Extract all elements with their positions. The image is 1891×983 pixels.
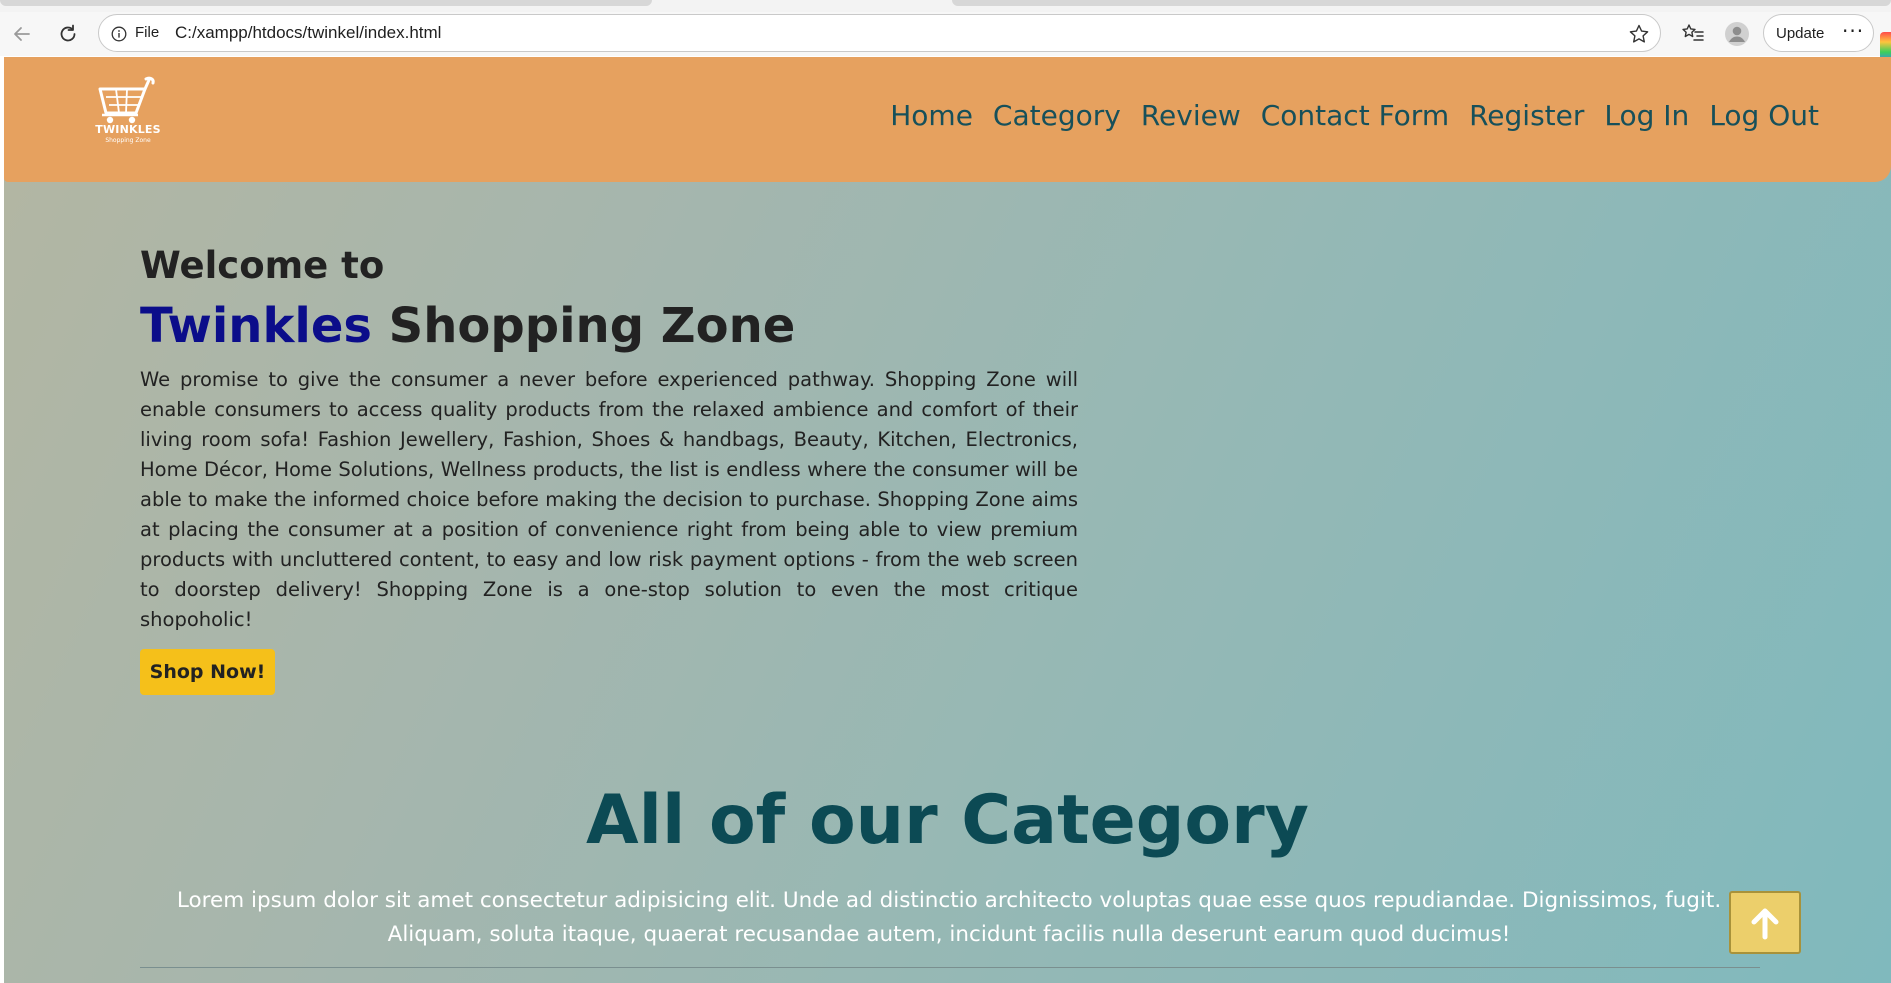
tab[interactable]: [952, 0, 1891, 6]
nav-log-in[interactable]: Log In: [1604, 99, 1689, 132]
update-button[interactable]: Update ···: [1763, 14, 1874, 52]
category-section-title: All of our Category: [586, 781, 1309, 860]
more-menu-icon[interactable]: ···: [1842, 19, 1864, 43]
site-logo[interactable]: TWINKLES Shopping Zone: [92, 75, 172, 150]
reload-button[interactable]: [52, 18, 84, 50]
update-label: Update: [1776, 25, 1825, 42]
profile-icon: [1725, 22, 1749, 46]
nav-review[interactable]: Review: [1141, 99, 1241, 132]
url-text[interactable]: C:/xampp/htdocs/twinkel/index.html: [175, 23, 441, 43]
hero-welcome: Welcome to: [140, 244, 385, 287]
logo-brand: TWINKLES: [95, 123, 161, 136]
browser-toolbar: File C:/xampp/htdocs/twinkel/index.html …: [0, 12, 1891, 62]
favorites-button[interactable]: [1680, 21, 1706, 47]
scroll-to-top-button[interactable]: [1729, 891, 1801, 954]
profile-button[interactable]: [1724, 21, 1750, 47]
url-scheme-label: File: [135, 24, 160, 41]
page-viewport: TWINKLES Shopping Zone Home Category Rev…: [4, 57, 1891, 983]
info-icon[interactable]: [111, 26, 127, 42]
star-icon[interactable]: [1628, 23, 1650, 45]
favorites-icon: [1682, 24, 1704, 41]
nav-home[interactable]: Home: [890, 99, 973, 132]
category-section-description: Lorem ipsum dolor sit amet consectetur a…: [176, 888, 1722, 947]
hero-title: Twinkles Shopping Zone: [140, 300, 1078, 353]
arrow-left-icon: [14, 27, 30, 41]
tab-strip: [0, 0, 1891, 12]
nav-contact-form[interactable]: Contact Form: [1261, 99, 1449, 132]
tab[interactable]: [0, 0, 652, 6]
nav-log-out[interactable]: Log Out: [1709, 99, 1819, 132]
hero-title-rest: Shopping Zone: [388, 298, 796, 354]
shop-now-button[interactable]: Shop Now!: [140, 649, 275, 695]
arrow-up-icon: [1751, 908, 1779, 939]
hero-description: We promise to give the consumer a never …: [140, 367, 1078, 631]
reload-icon: [60, 24, 76, 42]
hero-section: Welcome to Twinkles Shopping Zone We pro…: [140, 247, 1078, 635]
logo-tagline: Shopping Zone: [105, 137, 151, 144]
section-divider: [140, 967, 1760, 968]
hero-title-brand: Twinkles: [140, 298, 372, 354]
nav-category[interactable]: Category: [993, 99, 1121, 132]
shopping-cart-icon: [98, 76, 155, 124]
nav-register[interactable]: Register: [1469, 99, 1584, 132]
site-header: TWINKLES Shopping Zone Home Category Rev…: [4, 57, 1891, 182]
main-nav: Home Category Review Contact Form Regist…: [890, 99, 1819, 132]
address-bar[interactable]: File C:/xampp/htdocs/twinkel/index.html: [98, 14, 1661, 52]
back-button[interactable]: [6, 18, 38, 50]
